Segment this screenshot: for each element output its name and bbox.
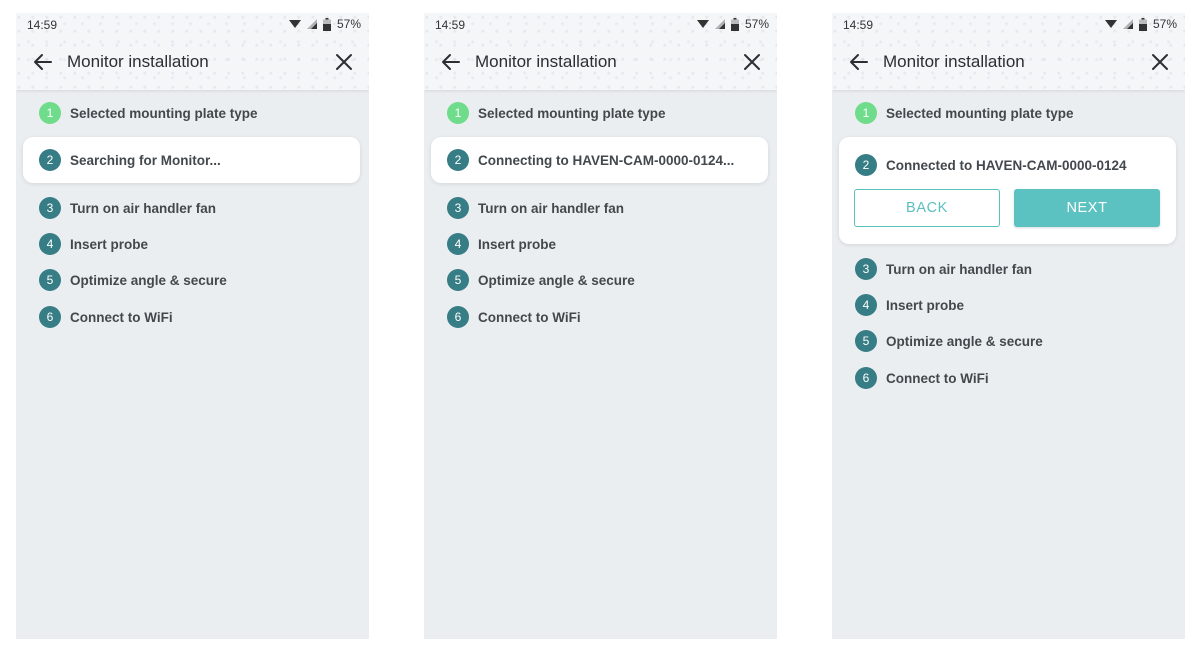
step-4: 4 Insert probe bbox=[39, 232, 148, 256]
signal-icon bbox=[714, 19, 725, 29]
battery-percent: 57% bbox=[1152, 17, 1177, 31]
screen-searching: 14:59 57% Monitor installation 1 Selecte… bbox=[16, 13, 369, 639]
step-label: Turn on air handler fan bbox=[478, 200, 625, 216]
back-arrow-icon[interactable] bbox=[439, 50, 463, 74]
step-4: 4 Insert probe bbox=[447, 232, 556, 256]
wifi-icon bbox=[696, 20, 709, 28]
step-number-badge: 1 bbox=[39, 102, 61, 124]
battery-icon bbox=[730, 17, 739, 31]
top-bar: 14:59 57% Monitor installation bbox=[424, 13, 777, 90]
step-3: 3 Turn on air handler fan bbox=[855, 257, 1032, 281]
step-6: 6 Connect to WiFi bbox=[855, 366, 989, 390]
step-label: Turn on air handler fan bbox=[70, 200, 217, 216]
step-number-badge: 5 bbox=[855, 330, 877, 352]
step-label: Insert probe bbox=[70, 236, 149, 252]
app-bar: Monitor installation bbox=[832, 45, 1185, 81]
battery-icon bbox=[1138, 17, 1147, 31]
page-title: Monitor installation bbox=[883, 52, 1025, 71]
step-1: 1 Selected mounting plate type bbox=[855, 101, 1074, 125]
status-bar: 14:59 57% bbox=[16, 13, 369, 35]
step-number-badge: 3 bbox=[447, 197, 469, 219]
step-label: Optimize angle & secure bbox=[886, 333, 1043, 349]
step-number-badge: 2 bbox=[39, 149, 61, 171]
step-label: Connecting to HAVEN-CAM-0000-0124... bbox=[478, 152, 735, 168]
status-bar: 14:59 57% bbox=[832, 13, 1185, 35]
status-bar: 14:59 57% bbox=[424, 13, 777, 35]
step-2: 2 Searching for Monitor... bbox=[39, 148, 221, 172]
step-number-badge: 1 bbox=[855, 102, 877, 124]
battery-percent: 57% bbox=[336, 17, 361, 31]
wifi-icon bbox=[288, 20, 301, 28]
step-2: 2 Connecting to HAVEN-CAM-0000-0124... bbox=[447, 148, 734, 172]
step-5: 5 Optimize angle & secure bbox=[39, 268, 227, 292]
step-1: 1 Selected mounting plate type bbox=[39, 101, 258, 125]
status-time: 14:59 bbox=[27, 18, 58, 32]
page-title: Monitor installation bbox=[67, 52, 209, 71]
step-4: 4 Insert probe bbox=[855, 293, 964, 317]
step-6: 6 Connect to WiFi bbox=[447, 305, 581, 329]
close-icon[interactable] bbox=[741, 51, 763, 73]
step-label: Turn on air handler fan bbox=[886, 261, 1033, 277]
step-label: Searching for Monitor... bbox=[70, 152, 221, 168]
step-label: Insert probe bbox=[478, 236, 557, 252]
step-label: Insert probe bbox=[886, 297, 965, 313]
step-label: Selected mounting plate type bbox=[886, 105, 1074, 121]
signal-icon bbox=[1122, 19, 1133, 29]
step-2: 2 Connected to HAVEN-CAM-0000-0124 bbox=[855, 153, 1127, 177]
step-number-badge: 2 bbox=[855, 154, 877, 176]
step-label: Connect to WiFi bbox=[886, 370, 989, 386]
step-label: Selected mounting plate type bbox=[478, 105, 666, 121]
step-number-badge: 1 bbox=[447, 102, 469, 124]
step-number-badge: 6 bbox=[855, 367, 877, 389]
step-label: Connect to WiFi bbox=[478, 309, 581, 325]
wifi-icon bbox=[1104, 20, 1117, 28]
top-bar: 14:59 57% Monitor installation bbox=[832, 13, 1185, 90]
step-number-badge: 3 bbox=[855, 258, 877, 280]
close-icon[interactable] bbox=[333, 51, 355, 73]
step-5: 5 Optimize angle & secure bbox=[855, 329, 1043, 353]
step-number-badge: 5 bbox=[447, 269, 469, 291]
top-bar: 14:59 57% Monitor installation bbox=[16, 13, 369, 90]
step-3: 3 Turn on air handler fan bbox=[39, 196, 216, 220]
active-step-card: 2 Connecting to HAVEN-CAM-0000-0124... bbox=[431, 137, 768, 183]
step-number-badge: 4 bbox=[855, 294, 877, 316]
app-bar: Monitor installation bbox=[424, 45, 777, 81]
step-label: Connected to HAVEN-CAM-0000-0124 bbox=[886, 157, 1127, 173]
step-label: Selected mounting plate type bbox=[70, 105, 258, 121]
next-button[interactable]: NEXT bbox=[1014, 189, 1160, 227]
step-6: 6 Connect to WiFi bbox=[39, 305, 173, 329]
active-step-card: 2 Connected to HAVEN-CAM-0000-0124 BACK … bbox=[839, 137, 1176, 244]
screen-connecting: 14:59 57% Monitor installation 1 Selecte… bbox=[424, 13, 777, 639]
screen-connected: 14:59 57% Monitor installation 1 Selecte… bbox=[832, 13, 1185, 639]
signal-icon bbox=[306, 19, 317, 29]
back-arrow-icon[interactable] bbox=[31, 50, 55, 74]
active-step-card: 2 Searching for Monitor... bbox=[23, 137, 360, 183]
battery-icon bbox=[322, 17, 331, 31]
step-number-badge: 6 bbox=[447, 306, 469, 328]
step-number-badge: 4 bbox=[39, 233, 61, 255]
step-number-badge: 2 bbox=[447, 149, 469, 171]
step-label: Connect to WiFi bbox=[70, 309, 173, 325]
step-number-badge: 4 bbox=[447, 233, 469, 255]
app-bar: Monitor installation bbox=[16, 45, 369, 81]
status-time: 14:59 bbox=[843, 18, 874, 32]
back-arrow-icon[interactable] bbox=[847, 50, 871, 74]
status-time: 14:59 bbox=[435, 18, 466, 32]
step-3: 3 Turn on air handler fan bbox=[447, 196, 624, 220]
step-5: 5 Optimize angle & secure bbox=[447, 268, 635, 292]
battery-percent: 57% bbox=[744, 17, 769, 31]
step-label: Optimize angle & secure bbox=[70, 272, 227, 288]
step-number-badge: 5 bbox=[39, 269, 61, 291]
back-button[interactable]: BACK bbox=[854, 189, 1000, 227]
step-label: Optimize angle & secure bbox=[478, 272, 635, 288]
page-title: Monitor installation bbox=[475, 52, 617, 71]
step-1: 1 Selected mounting plate type bbox=[447, 101, 666, 125]
step-number-badge: 3 bbox=[39, 197, 61, 219]
close-icon[interactable] bbox=[1149, 51, 1171, 73]
step-number-badge: 6 bbox=[39, 306, 61, 328]
